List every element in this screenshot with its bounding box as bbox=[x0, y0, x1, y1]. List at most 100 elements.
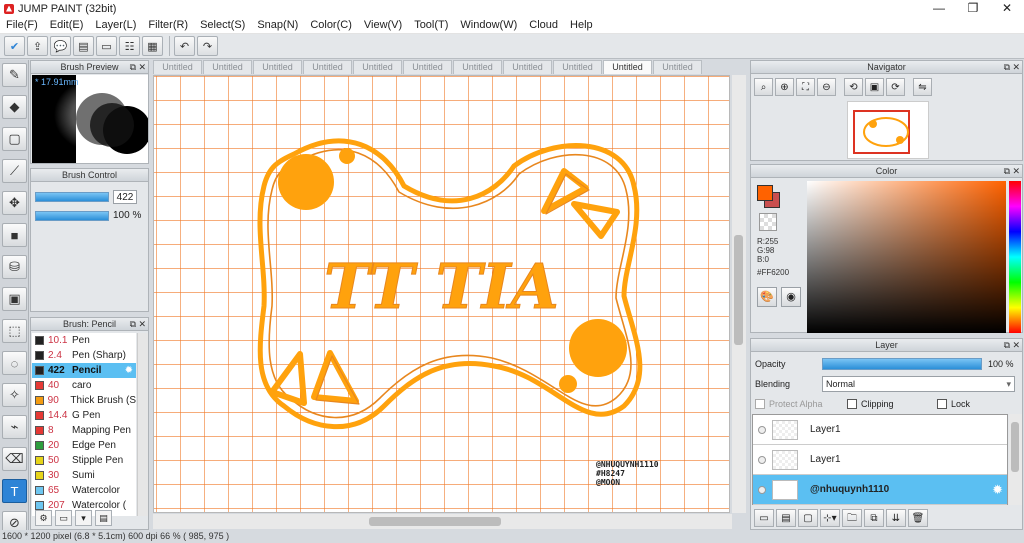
duplicate-layer-icon[interactable]: ⧉ bbox=[864, 509, 884, 527]
document-tab[interactable]: Untitled bbox=[303, 60, 352, 74]
navigator-thumbnail[interactable] bbox=[847, 101, 929, 159]
brush-delete-icon[interactable]: ▤ bbox=[95, 510, 112, 526]
lasso-tool-icon[interactable]: ◌ bbox=[2, 351, 27, 375]
merge-layer-icon[interactable]: ⇊ bbox=[886, 509, 906, 527]
panel-layout-icon[interactable]: ▦ bbox=[142, 36, 163, 56]
visibility-eye-icon[interactable] bbox=[758, 455, 766, 464]
document-tab[interactable]: Untitled bbox=[453, 60, 502, 74]
brush-opacity-slider[interactable] bbox=[35, 210, 109, 221]
message-icon[interactable]: ▤ bbox=[73, 36, 94, 56]
document-tab[interactable]: Untitled bbox=[653, 60, 702, 74]
close-button[interactable]: ✕ bbox=[990, 0, 1024, 17]
canvas-horizontal-scrollbar[interactable] bbox=[153, 514, 732, 529]
brush-settings-icon[interactable]: ✹ bbox=[125, 365, 133, 376]
undock-icon[interactable]: ⧉ bbox=[1004, 165, 1010, 178]
document-tab[interactable]: Untitled bbox=[353, 60, 402, 74]
color-palette-icon[interactable]: 🎨 bbox=[757, 287, 777, 307]
canvas-vertical-scrollbar[interactable] bbox=[732, 75, 746, 513]
menu-file[interactable]: File(F) bbox=[0, 17, 44, 34]
menu-snap[interactable]: Snap(N) bbox=[251, 17, 304, 34]
rectangle-tool-icon[interactable]: ▢ bbox=[2, 127, 27, 151]
brush-item[interactable]: 422 Pencil ✹ bbox=[32, 363, 136, 378]
layer-settings-icon[interactable]: ✹ bbox=[992, 482, 1003, 498]
add-layer-menu-icon[interactable]: ⊹▾ bbox=[820, 509, 840, 527]
layer-item[interactable]: Layer1 bbox=[753, 415, 1007, 445]
document-tab[interactable]: Untitled bbox=[553, 60, 602, 74]
menu-view[interactable]: View(V) bbox=[358, 17, 408, 34]
gradient-tool-icon[interactable]: ▣ bbox=[2, 287, 27, 311]
menu-tool[interactable]: Tool(T) bbox=[408, 17, 454, 34]
visibility-eye-icon[interactable] bbox=[758, 485, 766, 494]
undo-icon[interactable]: ↶ bbox=[174, 36, 195, 56]
clipping-checkbox[interactable]: Clipping bbox=[847, 399, 937, 410]
undock-icon[interactable]: ⧉ bbox=[130, 61, 136, 74]
menu-select[interactable]: Select(S) bbox=[194, 17, 251, 34]
saturation-value-field[interactable] bbox=[807, 181, 1006, 333]
share-icon[interactable]: ⇪ bbox=[27, 36, 48, 56]
pen-tool-icon[interactable]: ✎ bbox=[2, 63, 27, 87]
document-tab[interactable]: Untitled bbox=[203, 60, 252, 74]
new-halftone-layer-icon[interactable]: ▤ bbox=[776, 509, 796, 527]
brush-settings-icon[interactable]: ⚙ bbox=[35, 510, 52, 526]
brush-item[interactable]: 14.4 G Pen bbox=[32, 408, 136, 423]
menu-color[interactable]: Color(C) bbox=[304, 17, 358, 34]
checkmark-icon[interactable]: ✔ bbox=[4, 36, 25, 56]
hue-slider[interactable] bbox=[1009, 181, 1021, 333]
panel-close-icon[interactable]: ✕ bbox=[1012, 339, 1020, 352]
brush-item[interactable]: 65 Watercolor bbox=[32, 483, 136, 498]
brush-item[interactable]: 40 caro bbox=[32, 378, 136, 393]
zoom-in-icon[interactable]: ⊕ bbox=[775, 78, 794, 96]
brush-size-slider[interactable] bbox=[35, 192, 109, 202]
rotate-right-icon[interactable]: ⟳ bbox=[886, 78, 905, 96]
menu-cloud[interactable]: Cloud bbox=[523, 17, 564, 34]
zoom-icon[interactable]: ⌕ bbox=[754, 78, 773, 96]
color-history-icon[interactable]: ◉ bbox=[781, 287, 801, 307]
brush-list-scrollbar[interactable] bbox=[137, 333, 148, 516]
select-pen-icon[interactable]: ⌁ bbox=[2, 415, 27, 439]
brush-item[interactable]: 20 Edge Pen bbox=[32, 438, 136, 453]
panel-close-icon[interactable]: ✕ bbox=[138, 61, 146, 74]
minimize-button[interactable]: — bbox=[922, 0, 956, 17]
maximize-button[interactable]: ❐ bbox=[956, 0, 990, 17]
rotate-left-icon[interactable]: ⟲ bbox=[844, 78, 863, 96]
menu-window[interactable]: Window(W) bbox=[454, 17, 523, 34]
document-tab[interactable]: Untitled bbox=[153, 60, 202, 74]
move-tool-icon[interactable]: ✥ bbox=[2, 191, 27, 215]
layer-list-scrollbar[interactable] bbox=[1009, 414, 1022, 505]
transparent-color-swatch[interactable] bbox=[759, 213, 777, 231]
brush-item[interactable]: 90 Thick Brush (S bbox=[32, 393, 136, 408]
scroll-thumb[interactable] bbox=[734, 235, 743, 345]
undock-icon[interactable]: ⧉ bbox=[1004, 61, 1010, 74]
rotate-reset-icon[interactable]: ▣ bbox=[865, 78, 884, 96]
brush-item[interactable]: 10.1 Pen bbox=[32, 333, 136, 348]
blending-select[interactable]: Normal bbox=[822, 376, 1015, 392]
delete-layer-icon[interactable]: 🗑 bbox=[908, 509, 928, 527]
scroll-thumb[interactable] bbox=[369, 517, 501, 526]
new-layer-icon[interactable]: ▭ bbox=[754, 509, 774, 527]
undock-icon[interactable]: ⧉ bbox=[130, 318, 136, 331]
new-8bit-layer-icon[interactable]: ▢ bbox=[798, 509, 818, 527]
brush-item[interactable]: 30 Sumi bbox=[32, 468, 136, 483]
line-tool-icon[interactable]: ⟋ bbox=[2, 159, 27, 183]
bucket-tool-icon[interactable]: ⛁ bbox=[2, 255, 27, 279]
scroll-thumb[interactable] bbox=[1011, 422, 1019, 472]
brush-item[interactable]: 8 Mapping Pen bbox=[32, 423, 136, 438]
document-tab[interactable]: Untitled bbox=[403, 60, 452, 74]
protect-alpha-checkbox[interactable]: Protect Alpha bbox=[755, 399, 847, 410]
brush-size-value[interactable]: 422 bbox=[113, 190, 137, 204]
new-folder-icon[interactable]: 🗀 bbox=[842, 509, 862, 527]
panel-close-icon[interactable]: ✕ bbox=[1012, 165, 1020, 178]
select-tool-icon[interactable]: ⬚ bbox=[2, 319, 27, 343]
foreground-color-swatch[interactable] bbox=[757, 185, 773, 201]
brush-item[interactable]: 50 Stipple Pen bbox=[32, 453, 136, 468]
brush-item[interactable]: 2.4 Pen (Sharp) bbox=[32, 348, 136, 363]
panel-close-icon[interactable]: ✕ bbox=[1012, 61, 1020, 74]
menu-edit[interactable]: Edit(E) bbox=[44, 17, 90, 34]
flip-icon[interactable]: ⇋ bbox=[913, 78, 932, 96]
grid-settings-icon[interactable]: ☷ bbox=[119, 36, 140, 56]
fill-rect-tool-icon[interactable]: ■ bbox=[2, 223, 27, 247]
fit-screen-icon[interactable]: ⛶ bbox=[796, 78, 815, 96]
redo-icon[interactable]: ↷ bbox=[197, 36, 218, 56]
lock-checkbox[interactable]: Lock bbox=[937, 399, 970, 410]
zoom-out-icon[interactable]: ⊖ bbox=[817, 78, 836, 96]
